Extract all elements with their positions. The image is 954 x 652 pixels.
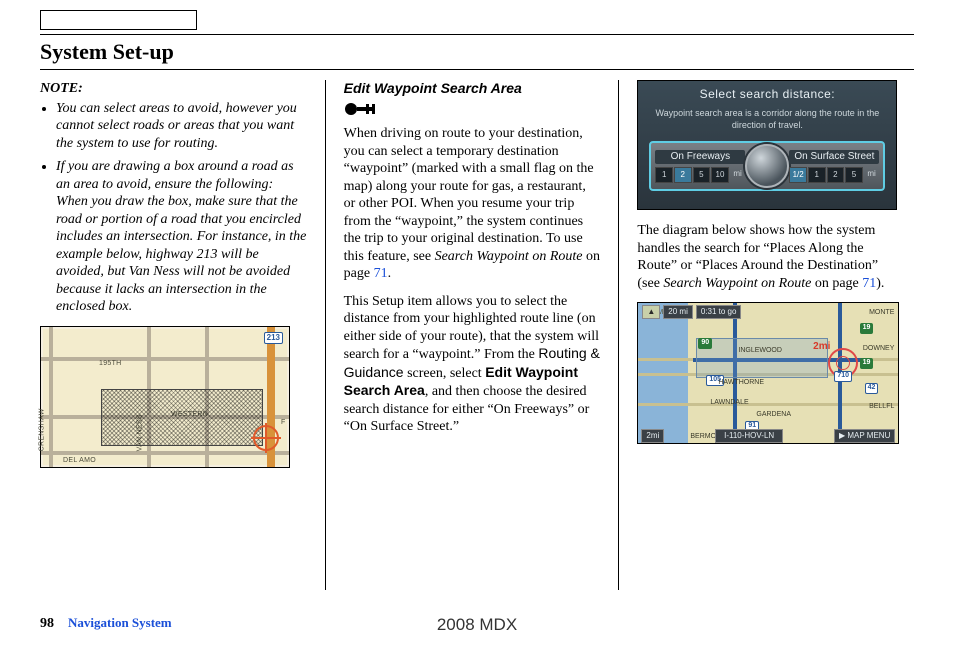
page-footer: 98 Navigation System 2008 MDX (40, 615, 914, 632)
note-bullet-1: You can select areas to avoid, however y… (56, 100, 307, 153)
columns: NOTE: You can select areas to avoid, how… (40, 80, 914, 600)
current-road-chip: I-110-HOV-LN (715, 429, 783, 443)
map-bottom-bar: 2mi I-110-HOV-LN ▶ MAP MENU (638, 428, 898, 443)
label-gardena: GARDENA (756, 411, 791, 420)
street-crenshaw: CRENSHAW (39, 408, 48, 451)
note-bullets: You can select areas to avoid, however y… (40, 100, 307, 316)
label-hawthorne: HAWTHORNE (718, 379, 764, 388)
street-195th: 195TH (99, 360, 122, 369)
subsection-title: Edit Waypoint Search Area (344, 80, 601, 98)
label-downey: DOWNEY (863, 345, 895, 354)
route-search-map: ▲ 20 mi 0:31 to go 2mi 105 91 42 710 90 … (637, 302, 899, 444)
dialog-left: On Freeways 1 2 5 10 mi (655, 150, 745, 184)
street-f: F (281, 419, 286, 428)
selector-knob-icon (745, 144, 789, 188)
distance-chip: 20 mi (663, 305, 693, 319)
shield-710: 710 (834, 371, 852, 382)
street-delamo: DEL AMO (63, 457, 96, 466)
label-bellfl: BELLFL (869, 403, 894, 412)
column-1: NOTE: You can select areas to avoid, how… (40, 80, 317, 600)
hwy-shield-213: 213 (264, 332, 283, 344)
top-rule (40, 34, 914, 35)
corridor-overlay (696, 338, 828, 378)
column-separator-1 (325, 80, 326, 590)
freeways-label: On Freeways (655, 150, 745, 165)
avoid-area-box (101, 389, 263, 446)
dialog-bar: On Freeways 1 2 5 10 mi On Surface Stree… (649, 141, 885, 191)
book-section: Navigation System (68, 615, 172, 631)
destination-radius-label: 2mi (813, 341, 830, 354)
scale-chip: 2mi (641, 429, 664, 443)
column-separator-2 (618, 80, 619, 590)
shield-19b: 19 (860, 358, 874, 369)
label-monte: MONTE (869, 309, 894, 318)
north-icon: ▲ (642, 305, 660, 319)
note-bullet-2: If you are drawing a box around a road a… (56, 158, 307, 316)
surface-scale: 1/2 1 2 5 mi (789, 167, 879, 183)
header-empty-box (40, 10, 197, 30)
shield-42: 42 (865, 383, 879, 394)
map-menu-chip: ▶ MAP MENU (834, 429, 895, 443)
under-rule (40, 69, 914, 70)
page-number: 98 (40, 616, 54, 632)
shield-90: 90 (698, 338, 712, 349)
page-link-71b[interactable]: 71 (862, 276, 876, 291)
shield-19a: 19 (860, 323, 874, 334)
paragraph-waypoint-setup: This Setup item allows you to select the… (344, 293, 601, 436)
freeways-scale: 1 2 5 10 mi (655, 167, 745, 183)
paragraph-waypoint-intro: When driving on route to your destinatio… (344, 125, 601, 283)
area-avoid-map: 195TH CRENSHAW VAN NESS WESTERN DEL AMO … (40, 326, 290, 468)
column-2: Edit Waypoint Search Area When driving o… (334, 80, 611, 600)
book-title: 2008 MDX (437, 615, 517, 635)
dialog-note: Waypoint search area is a corridor along… (646, 108, 888, 131)
column-3: Select search distance: Waypoint search … (627, 80, 914, 600)
search-distance-dialog: Select search distance: Waypoint search … (637, 80, 897, 210)
label-lawndale: LAWNDALE (710, 399, 748, 408)
dialog-right: On Surface Street 1/2 1 2 5 mi (789, 150, 879, 184)
paragraph-diagram-intro: The diagram below shows how the system h… (637, 222, 904, 292)
page-link-71a[interactable]: 71 (374, 266, 388, 281)
voice-key-icon (344, 102, 380, 122)
label-inglewood: INGLEWOOD (738, 347, 782, 356)
time-chip: 0:31 to go (696, 305, 742, 319)
section-title: System Set-up (40, 39, 914, 65)
dialog-title: Select search distance: (646, 87, 888, 102)
note-label: NOTE: (40, 80, 307, 98)
map-top-bar: ▲ 20 mi 0:31 to go (642, 305, 741, 319)
surface-label: On Surface Street (789, 150, 879, 165)
crosshair-icon (253, 425, 279, 451)
